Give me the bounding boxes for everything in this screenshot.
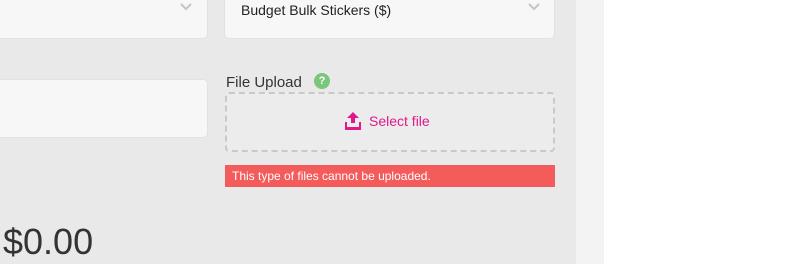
- select-file-button[interactable]: Select file: [369, 113, 430, 129]
- product-select[interactable]: [0, 0, 207, 38]
- total-price: $0.00: [3, 221, 94, 262]
- file-dropzone[interactable]: Select file: [225, 92, 555, 152]
- right-blank-area: [604, 0, 800, 264]
- form-panel: Budget Bulk Stickers ($) File Upload ? S…: [0, 0, 576, 264]
- panel-gutter: [576, 0, 604, 264]
- question-icon[interactable]: ?: [314, 73, 330, 89]
- chevron-down-icon: [528, 3, 540, 11]
- sticker-type-select[interactable]: Budget Bulk Stickers ($): [225, 0, 554, 38]
- text-input-field[interactable]: [0, 80, 207, 137]
- file-upload-label: File Upload: [226, 74, 302, 91]
- chevron-down-icon: [180, 3, 192, 11]
- upload-error-message: This type of files cannot be uploaded.: [225, 165, 555, 187]
- sticker-type-select-value: Budget Bulk Stickers ($): [241, 2, 392, 18]
- upload-icon: [345, 112, 361, 130]
